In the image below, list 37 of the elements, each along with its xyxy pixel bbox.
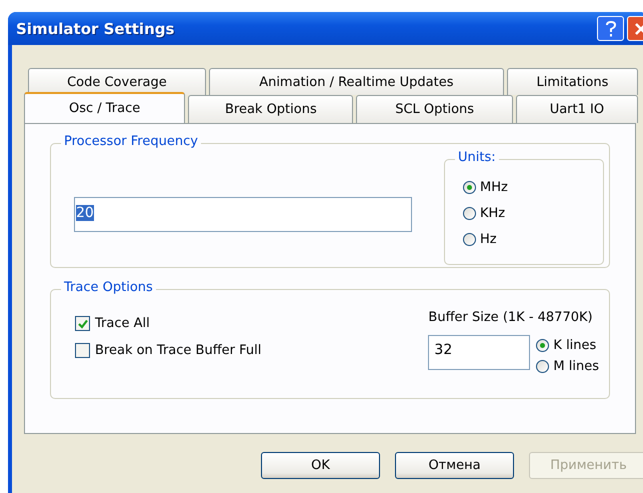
- help-icon: [604, 20, 618, 38]
- radio-button[interactable]: [463, 206, 476, 220]
- dialog-button[interactable]: Отмена: [395, 452, 514, 479]
- tab[interactable]: Animation / Realtime Updates: [208, 68, 504, 95]
- tab[interactable]: Uart1 IO: [516, 95, 638, 123]
- checkbox-label: Break on Trace Buffer Full: [95, 343, 262, 358]
- radio-button[interactable]: [463, 232, 476, 246]
- checkbox[interactable]: [75, 343, 90, 358]
- radio-button[interactable]: [536, 360, 550, 373]
- radio-option[interactable]: M lines: [536, 356, 599, 377]
- radio-label: M lines: [553, 359, 599, 374]
- radio-option[interactable]: Hz: [463, 226, 603, 252]
- radio-label: MHz: [480, 180, 508, 194]
- frequency-input[interactable]: 20: [74, 197, 412, 232]
- radio-button[interactable]: [536, 339, 550, 352]
- radio-label: KHz: [480, 206, 506, 220]
- radio-option[interactable]: MHz: [463, 174, 603, 200]
- group-title: Processor Frequency: [61, 134, 201, 149]
- dialog-button[interactable]: OK: [261, 452, 380, 479]
- tab[interactable]: Osc / Trace: [24, 92, 186, 123]
- group-title: Trace Options: [61, 280, 156, 295]
- tab[interactable]: Break Options: [188, 95, 354, 123]
- tab[interactable]: Code Coverage: [28, 68, 206, 95]
- radio-label: K lines: [553, 338, 596, 353]
- buffer-size-label: Buffer Size (1K - 48770K): [428, 310, 594, 325]
- radio-option[interactable]: KHz: [463, 200, 603, 226]
- window-title: Simulator Settings: [16, 20, 176, 38]
- tab[interactable]: Limitations: [506, 68, 638, 95]
- check-icon: [76, 318, 88, 330]
- radio-option[interactable]: K lines: [536, 335, 599, 356]
- tab[interactable]: SCL Options: [356, 95, 513, 123]
- radio-label: Hz: [480, 232, 497, 246]
- buffer-size-input[interactable]: 32: [428, 335, 530, 370]
- checkbox[interactable]: [75, 316, 90, 331]
- help-button[interactable]: [597, 16, 624, 41]
- radio-button[interactable]: [463, 180, 476, 194]
- checkbox-label: Trace All: [95, 316, 150, 331]
